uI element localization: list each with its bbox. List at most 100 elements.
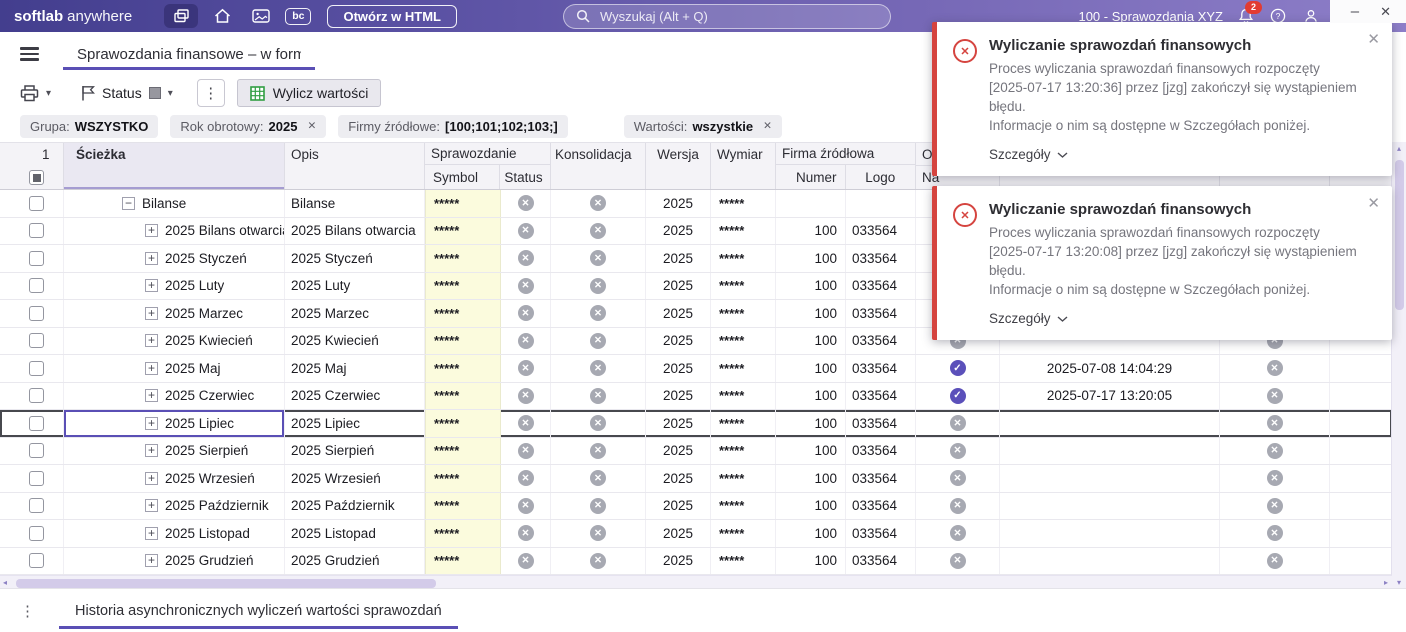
print-button[interactable]: ▾: [20, 84, 51, 102]
calculate-label: Wylicz wartości: [272, 85, 369, 101]
header-sciezka[interactable]: Ścieżka: [64, 143, 285, 189]
menu-icon[interactable]: [20, 44, 39, 64]
table-row[interactable]: 2025 Listopad 2025 Listopad ***** 2025 *…: [0, 520, 1392, 548]
toast-details-link[interactable]: Szczegóły: [989, 147, 1361, 162]
home-icon[interactable]: [207, 4, 237, 28]
bottom-kebab-icon[interactable]: ⋮: [20, 602, 35, 620]
close-icon[interactable]: ✕: [1380, 4, 1391, 20]
toast-close-icon[interactable]: ✕: [1367, 194, 1380, 212]
row-checkbox[interactable]: [29, 498, 44, 514]
wymiar-cell: *****: [711, 547, 776, 574]
row-checkbox[interactable]: [29, 278, 44, 294]
tree-expander-icon[interactable]: [145, 526, 158, 540]
workspace-icon[interactable]: [164, 4, 199, 28]
open-html-button[interactable]: Otwórz w HTML: [327, 4, 457, 28]
gallery-icon[interactable]: [246, 4, 276, 28]
path-text: 2025 Maj: [165, 360, 221, 376]
row-checkbox[interactable]: [29, 553, 44, 569]
chevron-down-icon: [1057, 315, 1068, 322]
tree-expander-icon[interactable]: [122, 196, 135, 210]
tree-expander-icon[interactable]: [145, 361, 158, 375]
opis-cell: 2025 Czerwiec: [285, 382, 425, 409]
tab-historia-wyliczen[interactable]: Historia asynchronicznych wyliczeń warto…: [59, 589, 458, 632]
select-all-checkbox[interactable]: [29, 170, 44, 185]
chip-close-icon[interactable]: ✕: [307, 120, 316, 132]
toast-notification: ✕ Wyliczanie sprawozdań finansowych Proc…: [932, 22, 1392, 176]
search-box[interactable]: [562, 3, 891, 29]
toast-details-link[interactable]: Szczegóły: [989, 311, 1361, 326]
status-filter-control[interactable]: Status ▾: [81, 85, 173, 101]
chip-close-icon[interactable]: ✕: [763, 120, 772, 132]
header-opis[interactable]: Opis: [285, 143, 425, 189]
print-icon: [20, 84, 39, 102]
vertical-scrollbar[interactable]: ▴ ▾: [1391, 142, 1406, 589]
tree-expander-icon[interactable]: [145, 554, 158, 568]
tree-expander-icon[interactable]: [145, 499, 158, 513]
row-checkbox[interactable]: [29, 195, 44, 211]
filter-chip-wartosci[interactable]: Wartości: wszystkie ✕: [623, 114, 782, 138]
minimize-icon[interactable]: –: [1351, 3, 1359, 20]
tree-expander-icon[interactable]: [145, 334, 158, 348]
path-text: 2025 Listopad: [165, 525, 250, 541]
header-status[interactable]: Status: [500, 165, 550, 189]
row-checkbox[interactable]: [29, 525, 44, 541]
tree-expander-icon[interactable]: [145, 389, 158, 403]
filter-chip-grupa[interactable]: Grupa: WSZYSTKO ✕: [20, 114, 159, 138]
table-row[interactable]: 2025 Czerwiec 2025 Czerwiec ***** 2025 *…: [0, 382, 1392, 410]
tree-expander-icon[interactable]: [145, 416, 158, 430]
table-row[interactable]: 2025 Październik 2025 Październik ***** …: [0, 492, 1392, 520]
filter-chip-rok-obrotowy[interactable]: Rok obrotowy: 2025 ✕: [170, 114, 327, 138]
row-checkbox[interactable]: [29, 333, 44, 349]
scroll-up-icon[interactable]: ▴: [1392, 144, 1406, 153]
row-checkbox[interactable]: [29, 360, 44, 376]
header-wersja[interactable]: Wersja: [646, 143, 711, 189]
row-checkbox[interactable]: [29, 223, 44, 239]
header-symbol[interactable]: Symbol: [425, 165, 501, 189]
horizontal-scroll-thumb[interactable]: [16, 578, 436, 588]
header-konsolidacja[interactable]: Konsolidacja: [551, 143, 646, 189]
wersja-cell: 2025: [646, 272, 711, 299]
row-checkbox[interactable]: [29, 305, 44, 321]
numer-cell: 100: [776, 355, 846, 382]
path-text: Bilanse: [142, 195, 187, 211]
table-row[interactable]: 2025 Maj 2025 Maj ***** 2025 ***** 100 0…: [0, 355, 1392, 383]
header-sprawozdanie[interactable]: Sprawozdanie Symbol Status: [425, 143, 551, 189]
row-checkbox[interactable]: [29, 415, 44, 431]
tree-expander-icon[interactable]: [145, 251, 158, 265]
symbol-cell: *****: [425, 217, 501, 244]
tree-expander-icon[interactable]: [145, 224, 158, 238]
header-logo[interactable]: Logo: [846, 165, 915, 189]
table-row[interactable]: 2025 Sierpień 2025 Sierpień ***** 2025 *…: [0, 437, 1392, 465]
tab-sprawozdania-finansowe[interactable]: Sprawozdania finansowe – w formie d: [63, 32, 315, 76]
calculate-values-button[interactable]: Wylicz wartości: [236, 79, 382, 107]
tree-expander-icon[interactable]: [145, 444, 158, 458]
row-checkbox[interactable]: [29, 388, 44, 404]
calculation-status-icon: [949, 442, 966, 459]
table-row[interactable]: 2025 Lipiec 2025 Lipiec ***** 2025 *****…: [0, 410, 1392, 438]
flag-icon: [81, 85, 96, 101]
table-row[interactable]: 2025 Wrzesień 2025 Wrzesień ***** 2025 *…: [0, 465, 1392, 493]
wersja-cell: 2025: [646, 492, 711, 519]
toast-close-icon[interactable]: ✕: [1367, 30, 1380, 48]
konsolidacja-error-icon: [590, 470, 606, 487]
row-checkbox[interactable]: [29, 443, 44, 459]
symbol-cell: *****: [425, 547, 501, 574]
vertical-scroll-thumb[interactable]: [1394, 160, 1404, 310]
header-firma-zrodlowa[interactable]: Firma źródłowa Numer Logo: [776, 143, 916, 189]
tree-expander-icon[interactable]: [145, 279, 158, 293]
more-options-button[interactable]: ⋮: [196, 79, 225, 107]
filter-chip-firmy-zrodlowe[interactable]: Firmy źródłowe: [100;101;102;103;] ✕: [338, 114, 568, 138]
bc-icon[interactable]: bc: [285, 7, 312, 25]
row-checkbox[interactable]: [29, 470, 44, 486]
tree-expander-icon[interactable]: [145, 306, 158, 320]
symbol-cell: *****: [425, 190, 501, 217]
row-checkbox[interactable]: [29, 250, 44, 266]
search-input[interactable]: [597, 7, 878, 25]
tree-expander-icon[interactable]: [145, 471, 158, 485]
header-numer[interactable]: Numer: [776, 165, 846, 189]
table-row[interactable]: 2025 Grudzień 2025 Grudzień ***** 2025 *…: [0, 547, 1392, 575]
path-cell: 2025 Styczeń: [64, 245, 285, 272]
scroll-down-icon[interactable]: ▾: [1392, 578, 1406, 587]
header-wymiar[interactable]: Wymiar: [711, 143, 776, 189]
konsolidacja-error-icon: [590, 195, 606, 212]
